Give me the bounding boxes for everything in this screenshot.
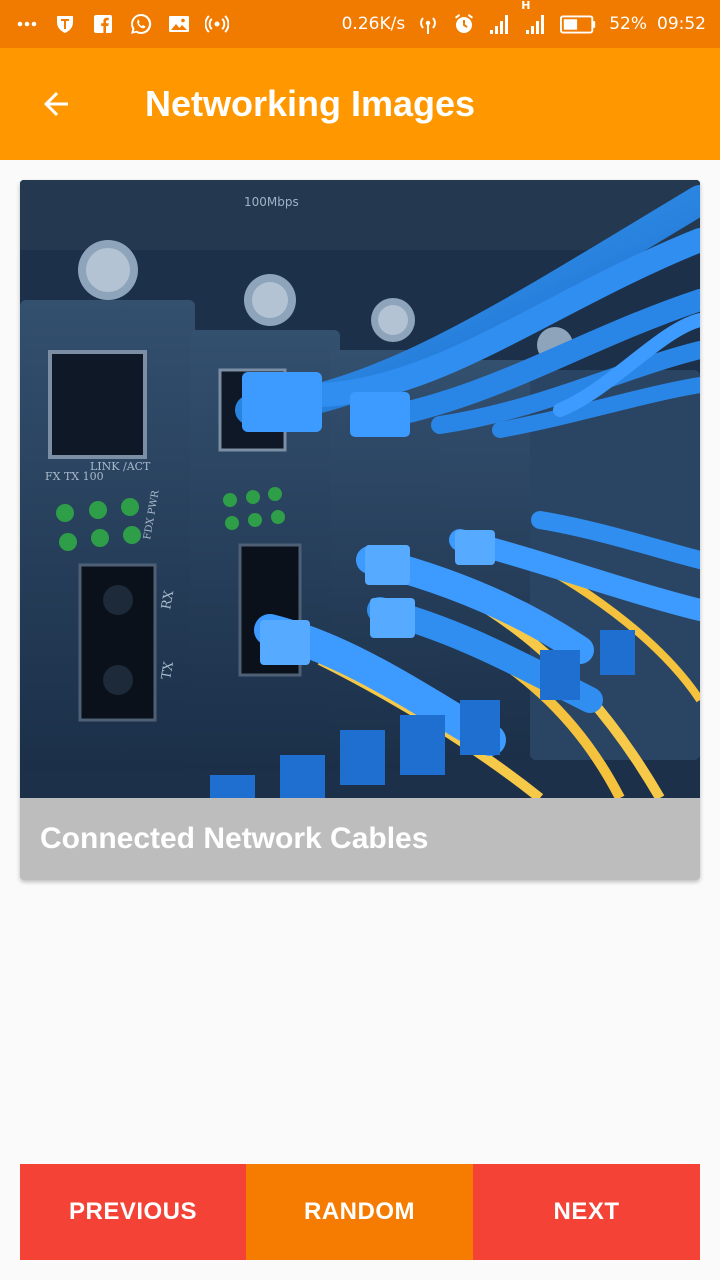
network-type: H	[521, 0, 531, 12]
app-bar: Networking Images	[0, 48, 720, 160]
network-cables-photo: 100Mbps FX TX 100 LINK /ACT FDX PWR RX T…	[20, 180, 700, 798]
wireless-icon	[415, 11, 441, 37]
status-bar: 0.26K/s H 52% 09:52	[0, 0, 720, 48]
photo-tx-label: TX	[159, 660, 177, 681]
battery-percent: 52%	[609, 14, 647, 34]
previous-button[interactable]: PREVIOUS	[20, 1164, 246, 1260]
clock: 09:52	[657, 14, 706, 34]
photo-illustration: 100Mbps FX TX 100 LINK /ACT FDX PWR RX T…	[20, 180, 700, 798]
image-caption: Connected Network Cables	[40, 822, 429, 855]
more-icon	[14, 11, 40, 37]
network-speed: 0.26K/s	[341, 14, 406, 34]
photo-link-label: LINK /ACT	[90, 460, 151, 473]
signal-h-icon	[523, 11, 549, 37]
navigation-bar: PREVIOUS RANDOM NEXT	[20, 1164, 700, 1260]
image-icon	[166, 11, 192, 37]
whatsapp-icon	[128, 11, 154, 37]
back-button[interactable]	[0, 48, 112, 160]
signal-icon	[487, 11, 513, 37]
battery-icon	[559, 11, 599, 37]
next-button[interactable]: NEXT	[473, 1164, 700, 1260]
alarm-icon	[451, 11, 477, 37]
page-title: Networking Images	[145, 83, 476, 124]
facebook-icon	[90, 11, 116, 37]
hotspot-icon	[204, 11, 230, 37]
photo-speed-label: 100Mbps	[244, 195, 299, 209]
signal-h-group: H	[521, 0, 549, 37]
arrow-back-icon	[44, 92, 68, 116]
shield-icon	[52, 11, 78, 37]
random-button[interactable]: RANDOM	[246, 1164, 473, 1260]
image-card[interactable]: 100Mbps FX TX 100 LINK /ACT FDX PWR RX T…	[20, 180, 700, 880]
